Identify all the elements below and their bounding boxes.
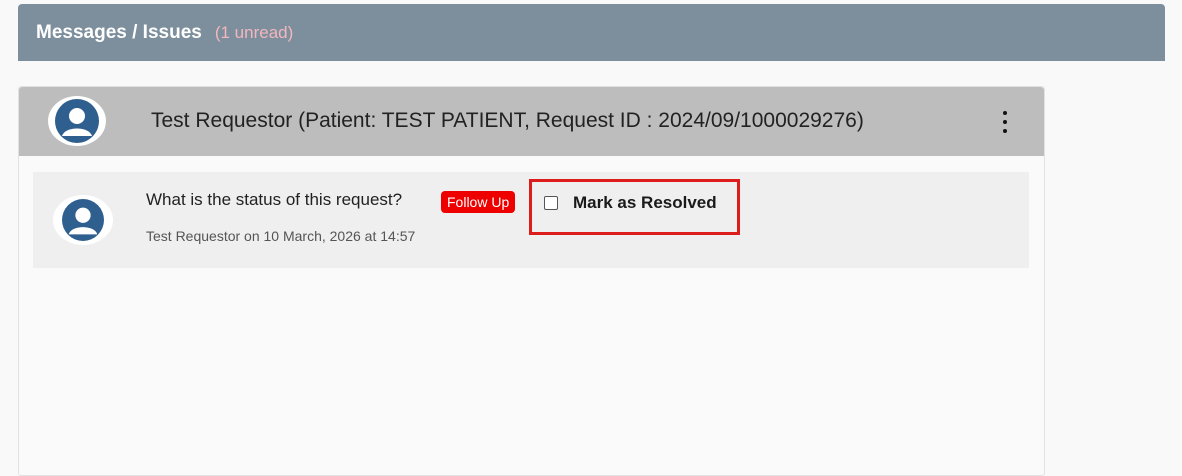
page-title: Messages / Issues [36, 21, 202, 43]
thread-title: Test Requestor (Patient: TEST PATIENT, R… [151, 109, 864, 132]
message-item: What is the status of this request? Foll… [33, 172, 1029, 268]
thread-header[interactable]: Test Requestor (Patient: TEST PATIENT, R… [19, 87, 1044, 156]
kebab-menu-icon[interactable] [995, 111, 1015, 133]
user-avatar-icon [53, 195, 113, 245]
user-avatar-icon [48, 96, 106, 146]
mark-resolved-label[interactable]: Mark as Resolved [573, 193, 717, 213]
mark-resolved-highlight: Mark as Resolved [529, 179, 740, 235]
message-text: What is the status of this request? [146, 190, 403, 209]
thread-card: Test Requestor (Patient: TEST PATIENT, R… [18, 86, 1045, 476]
messages-header: Messages / Issues (1 unread) [18, 4, 1165, 61]
message-meta: Test Requestor on 10 March, 2026 at 14:5… [146, 228, 416, 244]
unread-count: (1 unread) [214, 22, 294, 42]
follow-up-badge: Follow Up [441, 191, 516, 213]
mark-resolved-checkbox[interactable] [544, 196, 558, 210]
